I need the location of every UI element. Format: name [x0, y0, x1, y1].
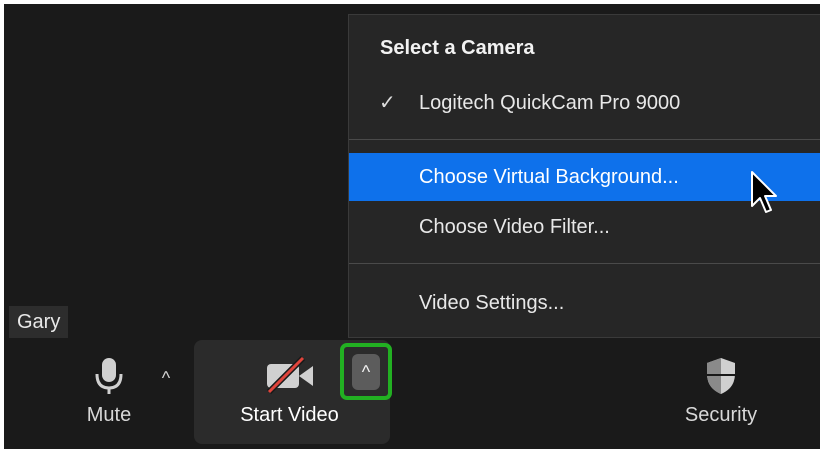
video-options-caret[interactable]: ^	[352, 353, 380, 390]
microphone-icon	[95, 358, 123, 394]
zoom-window: Gary Mute ^ Start Video ^ Security Selec…	[4, 4, 820, 449]
participant-name-tag: Gary	[9, 306, 69, 338]
menu-item-camera[interactable]: ✓ Logitech QuickCam Pro 9000	[349, 79, 820, 127]
meeting-toolbar: Mute ^ Start Video ^ Security	[4, 340, 820, 449]
menu-item-video-settings[interactable]: Video Settings...	[349, 279, 820, 327]
security-label: Security	[684, 404, 758, 426]
mouse-cursor-icon	[751, 171, 777, 213]
video-off-icon	[266, 356, 313, 395]
video-settings-label: Video Settings...	[419, 292, 565, 314]
check-icon: ✓	[379, 92, 396, 114]
security-button[interactable]: Security	[666, 356, 776, 427]
camera-name: Logitech QuickCam Pro 9000	[419, 92, 681, 114]
menu-divider	[349, 139, 820, 140]
audio-options-caret[interactable]: ^	[154, 366, 178, 390]
mute-button[interactable]: Mute	[74, 356, 144, 427]
video-filter-label: Choose Video Filter...	[419, 216, 610, 238]
start-video-label: Start Video	[240, 404, 339, 426]
shield-icon	[707, 358, 735, 394]
menu-section-header: Select a Camera	[380, 37, 535, 59]
video-options-highlight: ^	[340, 343, 392, 400]
virtual-background-label: Choose Virtual Background...	[419, 166, 679, 188]
mute-label: Mute	[86, 404, 132, 426]
menu-divider	[349, 263, 820, 264]
